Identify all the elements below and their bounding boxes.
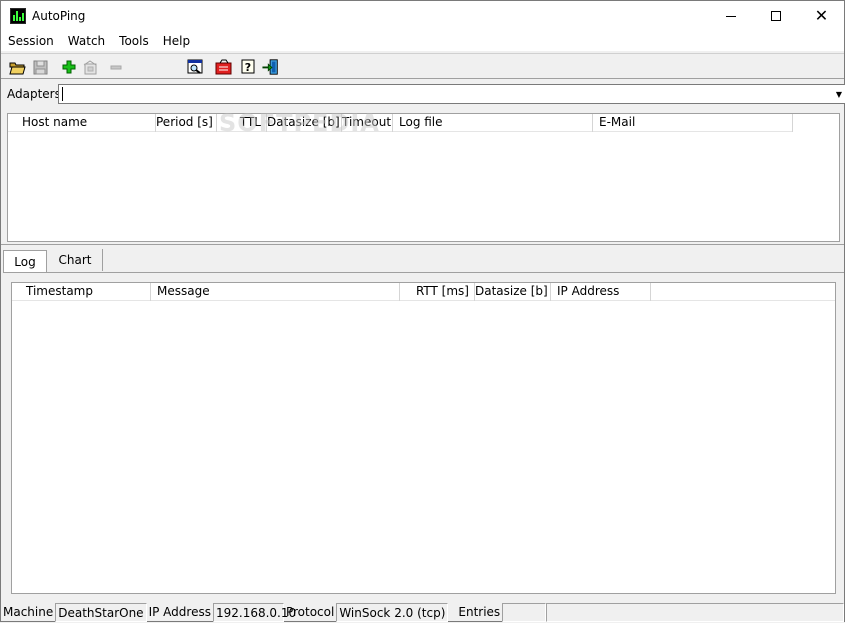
status-bar: Machine DeathStarOne IP Address 192.168.… — [1, 603, 844, 622]
menu-help[interactable]: Help — [156, 31, 197, 51]
menu-bar: Session Watch Tools Help — [1, 31, 844, 51]
log-list[interactable]: Timestamp Message RTT [ms] Datasize [b] … — [11, 282, 836, 594]
chevron-down-icon[interactable]: ▼ — [833, 85, 845, 103]
column-datasize[interactable]: Datasize [b] — [267, 114, 342, 132]
status-ip-label: IP Address — [148, 605, 211, 619]
title-bar: AutoPing ✕ — [1, 1, 844, 31]
minimize-button[interactable] — [708, 1, 753, 31]
adapters-row: Adapters ▼ — [1, 83, 845, 105]
adapters-label: Adapters — [7, 87, 61, 101]
window-title: AutoPing — [32, 9, 86, 23]
remove-host-button[interactable] — [107, 58, 125, 76]
tab-log[interactable]: Log — [3, 250, 47, 272]
column-log-datasize[interactable]: Datasize [b] — [475, 283, 551, 301]
column-log-file[interactable]: Log file — [393, 114, 593, 132]
add-host-icon — [62, 60, 76, 74]
toolbox-button[interactable] — [215, 58, 233, 76]
save-icon — [33, 60, 47, 74]
column-email[interactable]: E-Mail — [593, 114, 793, 132]
status-machine-value: DeathStarOne — [55, 603, 147, 622]
find-icon — [187, 59, 202, 74]
column-rtt[interactable]: RTT [ms] — [400, 283, 475, 301]
autoping-app-icon — [10, 8, 26, 24]
maximize-button[interactable] — [753, 1, 798, 31]
host-properties-icon — [83, 59, 97, 74]
help-icon: ? — [241, 59, 255, 74]
host-properties-button[interactable] — [81, 58, 99, 76]
column-message[interactable]: Message — [151, 283, 400, 301]
status-machine-label: Machine — [3, 605, 54, 619]
exit-button[interactable] — [262, 58, 280, 76]
tab-chart[interactable]: Chart — [48, 249, 103, 271]
column-ttl[interactable]: TTL — [217, 114, 267, 132]
app-window: AutoPing ✕ Session Watch Tools Help ? Ad… — [0, 0, 845, 622]
tab-divider — [3, 272, 844, 273]
open-session-button[interactable] — [8, 58, 26, 76]
menu-session[interactable]: Session — [1, 31, 61, 51]
column-timeout[interactable]: Timeout — [342, 114, 393, 132]
hosts-list[interactable]: Host name Period [s] TTL Datasize [b] Ti… — [7, 113, 840, 242]
open-folder-icon — [8, 62, 26, 74]
help-button[interactable]: ? — [239, 58, 257, 76]
column-filler — [651, 283, 835, 301]
log-list-header: Timestamp Message RTT [ms] Datasize [b] … — [12, 283, 835, 301]
save-session-button[interactable] — [31, 58, 49, 76]
column-timestamp[interactable]: Timestamp — [12, 283, 151, 301]
hosts-list-header: Host name Period [s] TTL Datasize [b] Ti… — [8, 114, 793, 132]
status-empty-panel — [546, 603, 844, 622]
text-caret — [62, 87, 63, 101]
exit-icon — [262, 59, 278, 75]
status-entries-label: Entries — [458, 605, 501, 619]
status-protocol-label: Protocol — [285, 605, 335, 619]
svg-text:?: ? — [245, 61, 251, 74]
status-protocol-value: WinSock 2.0 (tcp) — [336, 603, 449, 622]
menu-tools[interactable]: Tools — [112, 31, 156, 51]
close-button[interactable]: ✕ — [799, 1, 844, 31]
status-entries-value — [502, 603, 547, 622]
pane-splitter[interactable] — [1, 244, 844, 248]
find-button[interactable] — [186, 58, 204, 76]
toolbox-icon — [215, 59, 232, 75]
remove-host-icon — [110, 65, 122, 70]
maximize-icon — [770, 11, 781, 21]
adapters-dropdown[interactable]: ▼ — [58, 84, 845, 104]
close-icon: ✕ — [814, 6, 829, 25]
add-host-button[interactable] — [60, 58, 78, 76]
status-ip-value: 192.168.0.10 — [212, 603, 296, 622]
toolbar: ? — [1, 53, 844, 79]
minimize-icon — [725, 15, 736, 17]
menu-watch[interactable]: Watch — [61, 31, 112, 51]
column-period[interactable]: Period [s] — [156, 114, 217, 132]
column-ip-address[interactable]: IP Address — [551, 283, 651, 301]
column-host-name[interactable]: Host name — [8, 114, 156, 132]
